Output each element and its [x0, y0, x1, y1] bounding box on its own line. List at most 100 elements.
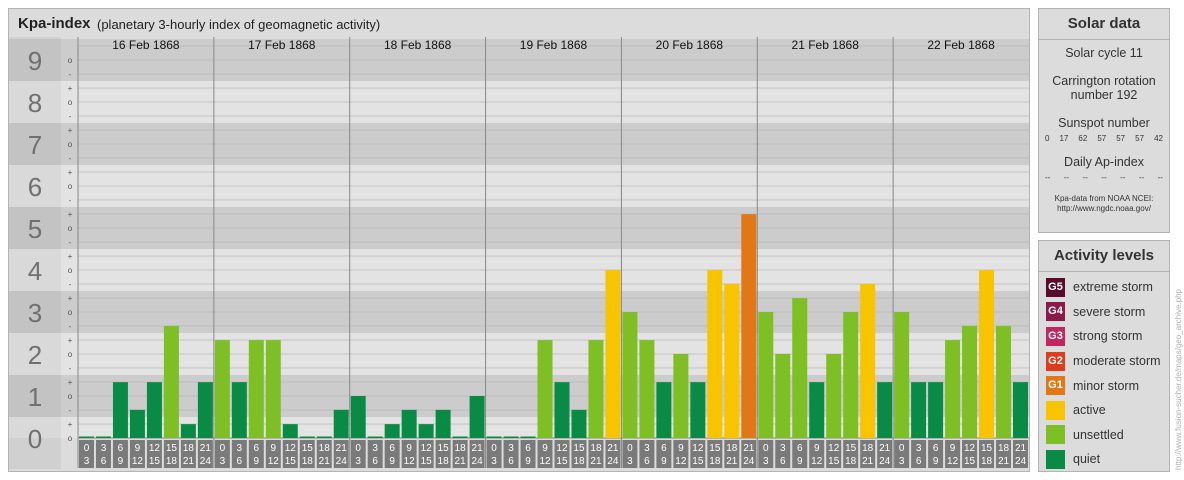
sunspot-value: 0 — [1045, 134, 1050, 143]
kp-bar — [792, 298, 808, 438]
x-tick-label: 3 — [237, 443, 243, 454]
x-tick-label: 21 — [319, 456, 331, 467]
kp-bar — [503, 436, 519, 438]
x-tick-label: 12 — [675, 456, 687, 467]
chart-subtitle: (planetary 3-hourly index of geomagnetic… — [97, 17, 381, 32]
x-tick-label: 9 — [406, 443, 412, 454]
kp-bar — [894, 312, 910, 438]
kp-bar — [197, 382, 213, 438]
x-tick-label: 24 — [879, 456, 891, 467]
minor-tick-label: + — [68, 84, 73, 93]
x-tick-label: 9 — [678, 443, 684, 454]
x-tick-label: 21 — [862, 456, 874, 467]
x-tick-label: 18 — [709, 456, 721, 467]
x-tick-label: 21 — [743, 443, 755, 454]
y-tick-label: 8 — [28, 88, 42, 118]
minor-tick-label: o — [68, 266, 73, 275]
day-date-label: 21 Feb 1868 — [792, 38, 860, 52]
legend-swatch-quiet — [1046, 449, 1065, 469]
kp-bar — [435, 409, 451, 438]
x-tick-label: 18 — [590, 443, 602, 454]
source-note: Kpa-data from NOAA NCEI: http://www.ngdc… — [1039, 194, 1169, 214]
legend-swatch-unsettled — [1046, 425, 1065, 445]
x-tick-label: 0 — [84, 443, 90, 454]
kp-bar — [265, 340, 281, 438]
x-tick-label: 15 — [692, 456, 704, 467]
x-tick-label: 12 — [404, 456, 416, 467]
kp-bar — [163, 325, 179, 438]
minor-tick-label: + — [68, 252, 73, 261]
minor-tick-label: o — [68, 434, 73, 443]
kp-bar — [911, 382, 927, 438]
kp-bar — [639, 340, 655, 438]
legend-item-strong-storm: G3 strong storm — [1039, 324, 1169, 349]
kp-bar — [367, 436, 383, 438]
solar-data-title: Solar data — [1039, 9, 1169, 40]
kp-bar — [622, 312, 638, 438]
kp-bar — [180, 424, 196, 438]
x-tick-label: 6 — [916, 456, 922, 467]
minor-tick-label: - — [69, 280, 72, 289]
chart-title: Kpa-index — [18, 15, 91, 32]
x-tick-label: 6 — [237, 456, 243, 467]
x-tick-label: 12 — [421, 443, 433, 454]
x-tick-label: 24 — [200, 456, 212, 467]
kp-bar — [316, 436, 332, 438]
x-tick-label: 15 — [166, 443, 178, 454]
x-tick-label: 0 — [220, 443, 226, 454]
minor-tick-label: - — [69, 112, 72, 121]
x-tick-label: 6 — [661, 443, 667, 454]
x-tick-label: 6 — [797, 443, 803, 454]
x-tick-label: 0 — [491, 443, 497, 454]
x-tick-label: 21 — [590, 456, 602, 467]
x-tick-label: 12 — [149, 443, 161, 454]
x-tick-label: 6 — [372, 456, 378, 467]
ap-value: -- — [1045, 173, 1051, 182]
sunspot-values: 0 17 62 57 57 57 42 — [1039, 134, 1169, 143]
solar-cycle: Solar cycle 11 — [1065, 46, 1143, 60]
minor-tick-label: + — [68, 210, 73, 219]
legend-swatch-active — [1046, 400, 1065, 420]
kp-bar — [129, 409, 145, 438]
kp-bar — [112, 382, 128, 438]
x-tick-label: 6 — [254, 443, 260, 454]
kp-bar — [79, 436, 94, 438]
kp-bar — [537, 340, 553, 438]
x-tick-label: 12 — [539, 456, 551, 467]
day-date-label: 16 Feb 1868 — [112, 38, 180, 52]
kp-bar — [843, 312, 859, 438]
x-tick-label: 24 — [607, 456, 619, 467]
source-note-url: http://www.ngdc.noaa.gov/ — [1057, 204, 1151, 213]
kp-bar — [826, 354, 842, 438]
x-tick-label: 9 — [933, 456, 939, 467]
legend-swatch-g1: G1 — [1046, 376, 1065, 396]
x-tick-label: 3 — [84, 456, 90, 467]
legend-label: minor storm — [1073, 378, 1139, 393]
y-tick-label: 6 — [28, 172, 42, 202]
kp-bar — [486, 436, 502, 438]
x-tick-label: 12 — [268, 456, 280, 467]
x-tick-label: 18 — [998, 443, 1010, 454]
x-tick-label: 15 — [828, 456, 840, 467]
x-tick-label: 18 — [438, 456, 450, 467]
legend-label: unsettled — [1073, 427, 1124, 442]
kp-bar — [690, 382, 706, 438]
legend-swatch-g5: G5 — [1046, 277, 1065, 297]
x-tick-label: 21 — [183, 456, 195, 467]
day-date-label: 17 Feb 1868 — [248, 38, 316, 52]
x-tick-label: 6 — [508, 456, 514, 467]
minor-tick-label: o — [68, 140, 73, 149]
ap-value: -- — [1157, 173, 1163, 182]
x-tick-label: 9 — [118, 456, 124, 467]
x-tick-label: 3 — [101, 443, 107, 454]
x-tick-label: 21 — [607, 443, 619, 454]
x-tick-label: 0 — [355, 443, 361, 454]
legend-label: active — [1073, 403, 1106, 418]
minor-tick-label: + — [68, 336, 73, 345]
minor-tick-label: + — [68, 168, 73, 177]
kp-bar — [979, 270, 995, 438]
kpa-bar-chart: 0123456789o+o+-o+-o+-o+-o+-o+-o+-o+-o-16… — [9, 37, 1029, 469]
x-tick-label: 9 — [797, 456, 803, 467]
kp-bar — [418, 424, 434, 438]
solar-data-panel: Solar data Solar cycle 11 Carrington rot… — [1038, 8, 1170, 233]
